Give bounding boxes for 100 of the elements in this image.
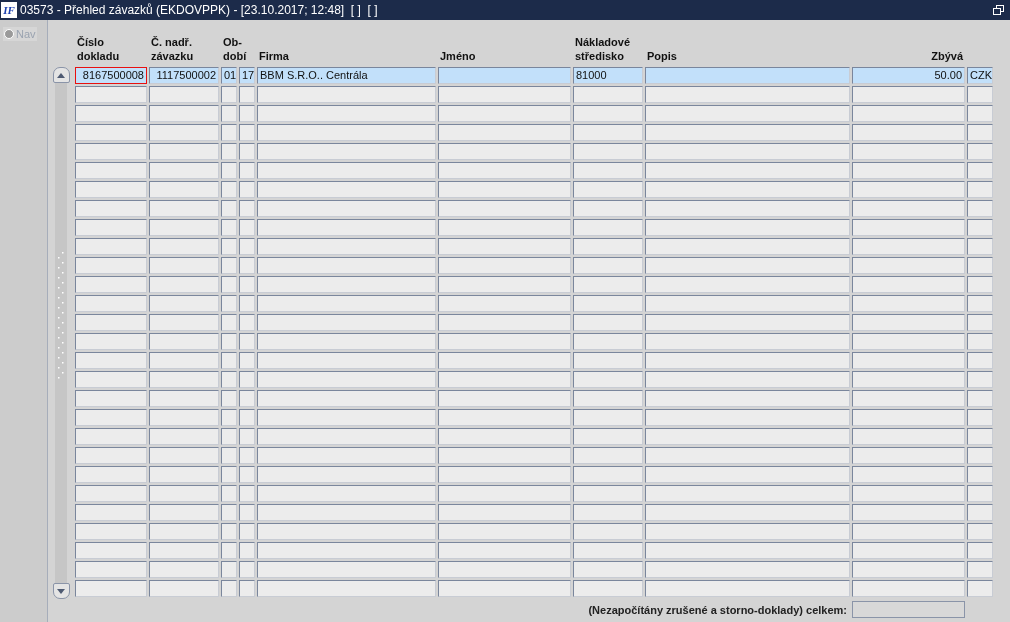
table-cell[interactable] [221,580,237,597]
table-cell[interactable] [438,238,571,255]
table-cell[interactable] [852,561,965,578]
table-cell[interactable] [967,333,993,350]
table-cell[interactable] [438,200,571,217]
table-cell[interactable] [257,390,436,407]
table-cell[interactable] [75,314,147,331]
table-cell[interactable] [239,238,255,255]
table-cell[interactable] [967,276,993,293]
table-cell[interactable] [239,295,255,312]
table-cell[interactable] [852,314,965,331]
table-cell[interactable] [257,295,436,312]
table-cell[interactable] [852,295,965,312]
table-cell[interactable] [149,580,219,597]
table-cell[interactable] [239,504,255,521]
table-cell[interactable] [257,86,436,103]
table-cell[interactable] [257,447,436,464]
table-cell[interactable]: BBM S.R.O.. Centrála [257,67,436,84]
table-cell[interactable]: CZK [967,67,993,84]
table-cell[interactable] [645,238,850,255]
table-cell[interactable] [221,504,237,521]
table-cell[interactable] [645,314,850,331]
table-cell[interactable] [149,143,219,160]
table-cell[interactable] [573,181,643,198]
table-cell[interactable] [645,580,850,597]
table-cell[interactable] [438,352,571,369]
table-cell[interactable] [438,409,571,426]
table-cell[interactable] [852,143,965,160]
table-cell[interactable] [75,86,147,103]
table-cell[interactable] [438,143,571,160]
table-cell[interactable] [75,390,147,407]
table-cell[interactable] [75,409,147,426]
table-cell[interactable] [149,485,219,502]
table-cell[interactable] [221,352,237,369]
table-cell[interactable] [438,428,571,445]
table-cell[interactable] [573,200,643,217]
table-cell[interactable] [257,200,436,217]
table-cell[interactable] [257,238,436,255]
table-cell[interactable] [967,105,993,122]
table-cell[interactable] [75,352,147,369]
table-cell[interactable] [149,523,219,540]
table-cell[interactable] [967,447,993,464]
table-cell[interactable]: 1117500002 [149,67,219,84]
table-cell[interactable] [221,162,237,179]
table-cell[interactable] [149,162,219,179]
table-cell[interactable] [573,333,643,350]
table-cell[interactable] [75,371,147,388]
table-cell[interactable] [852,181,965,198]
table-cell[interactable] [75,485,147,502]
table-cell[interactable] [967,561,993,578]
table-cell[interactable] [149,542,219,559]
table-cell[interactable] [573,542,643,559]
table-cell[interactable] [967,238,993,255]
table-cell[interactable] [239,124,255,141]
table-cell[interactable] [75,257,147,274]
table-cell[interactable] [221,200,237,217]
table-cell[interactable] [239,276,255,293]
table-cell[interactable] [573,143,643,160]
table-cell[interactable] [438,542,571,559]
table-cell[interactable] [149,371,219,388]
table-cell[interactable] [573,428,643,445]
table-cell[interactable] [573,504,643,521]
table-cell[interactable] [149,447,219,464]
table-cell[interactable] [967,162,993,179]
table-cell[interactable] [852,428,965,445]
table-cell[interactable] [852,504,965,521]
table-cell[interactable] [149,428,219,445]
table-cell[interactable] [852,371,965,388]
table-cell[interactable] [149,504,219,521]
table-cell[interactable] [967,409,993,426]
table-cell[interactable] [645,162,850,179]
table-cell[interactable] [645,143,850,160]
table-cell[interactable] [257,143,436,160]
table-cell[interactable] [239,580,255,597]
table-cell[interactable] [967,485,993,502]
table-cell[interactable] [573,238,643,255]
table-cell[interactable] [852,86,965,103]
table-cell[interactable] [573,409,643,426]
table-cell[interactable] [257,542,436,559]
table-cell[interactable] [645,542,850,559]
table-cell[interactable] [239,162,255,179]
table-cell[interactable] [645,466,850,483]
table-cell[interactable] [852,219,965,236]
table-cell[interactable] [645,504,850,521]
table-cell[interactable] [239,485,255,502]
table-cell[interactable] [149,238,219,255]
table-cell[interactable] [573,105,643,122]
restore-icon[interactable] [993,5,1004,15]
table-cell[interactable] [852,333,965,350]
table-cell[interactable] [149,561,219,578]
table-cell[interactable] [257,428,436,445]
table-cell[interactable] [438,86,571,103]
table-cell[interactable] [967,523,993,540]
table-cell[interactable]: 17 [239,67,255,84]
table-cell[interactable] [257,466,436,483]
table-cell[interactable] [239,314,255,331]
table-cell[interactable] [438,371,571,388]
table-cell[interactable] [645,447,850,464]
table-cell[interactable] [221,143,237,160]
table-cell[interactable] [149,124,219,141]
